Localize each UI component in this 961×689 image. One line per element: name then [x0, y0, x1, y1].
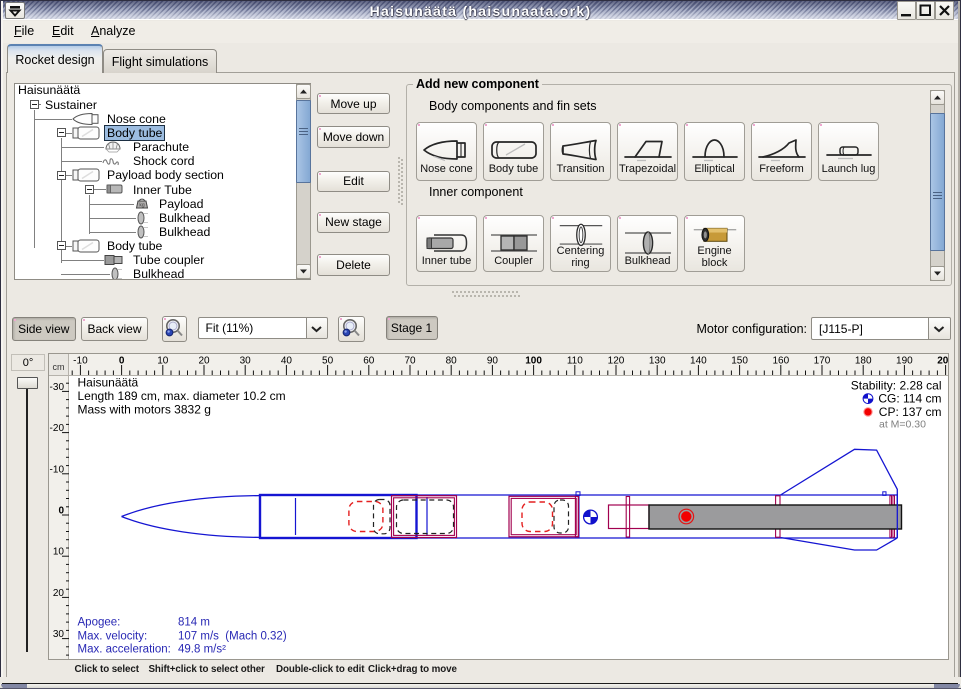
- svg-text:Stability: 2.28 cal: Stability: 2.28 cal: [851, 379, 942, 393]
- svg-text:Apogee:: Apogee:: [78, 617, 121, 629]
- svg-text:110: 110: [567, 356, 583, 367]
- svg-text:100: 100: [525, 356, 542, 367]
- svg-text:Max. velocity:: Max. velocity:: [78, 630, 148, 642]
- svg-text:200: 200: [937, 356, 948, 367]
- svg-text:190: 190: [896, 356, 913, 367]
- svg-text:0: 0: [119, 356, 125, 367]
- svg-text:at M=0.30: at M=0.30: [879, 419, 926, 431]
- svg-text:80: 80: [446, 356, 458, 367]
- svg-text:CG: 114 cm: CG: 114 cm: [878, 392, 941, 406]
- svg-text:10: 10: [157, 356, 169, 367]
- svg-text:40: 40: [281, 356, 293, 367]
- svg-text:150: 150: [731, 356, 748, 367]
- svg-text:20: 20: [52, 588, 64, 599]
- svg-text:-20: -20: [49, 423, 64, 434]
- svg-text:30: 30: [52, 629, 64, 640]
- svg-text:30: 30: [240, 356, 252, 367]
- svg-text:107 m/s (Mach 0.32): 107 m/s (Mach 0.32): [178, 630, 287, 642]
- svg-text:kg: kg: [139, 203, 145, 209]
- svg-text:170: 170: [814, 356, 831, 367]
- svg-text:-30: -30: [49, 382, 64, 393]
- svg-text:814 m: 814 m: [178, 617, 210, 629]
- svg-text:CP: 137 cm: CP: 137 cm: [879, 405, 942, 419]
- svg-text:130: 130: [649, 356, 666, 367]
- svg-text:Haisunäätä: Haisunäätä: [78, 376, 139, 390]
- svg-text:60: 60: [363, 356, 375, 367]
- svg-text:180: 180: [855, 356, 872, 367]
- svg-text:140: 140: [690, 356, 707, 367]
- svg-text:50: 50: [322, 356, 334, 367]
- svg-text:Mass with motors 3832 g: Mass with motors 3832 g: [78, 402, 211, 416]
- svg-text:Length 189 cm, max. diameter 1: Length 189 cm, max. diameter 10.2 cm: [78, 389, 286, 403]
- svg-text:10: 10: [52, 547, 64, 558]
- svg-text:70: 70: [404, 356, 416, 367]
- svg-text:160: 160: [772, 356, 789, 367]
- svg-text:0: 0: [58, 506, 64, 517]
- svg-text:-10: -10: [49, 464, 64, 475]
- svg-text:-10: -10: [73, 356, 88, 367]
- svg-text:Max. acceleration:: Max. acceleration:: [78, 643, 171, 655]
- svg-text:49.8 m/s²: 49.8 m/s²: [178, 643, 226, 655]
- svg-text:120: 120: [608, 356, 625, 367]
- svg-text:90: 90: [487, 356, 499, 367]
- svg-text:20: 20: [198, 356, 210, 367]
